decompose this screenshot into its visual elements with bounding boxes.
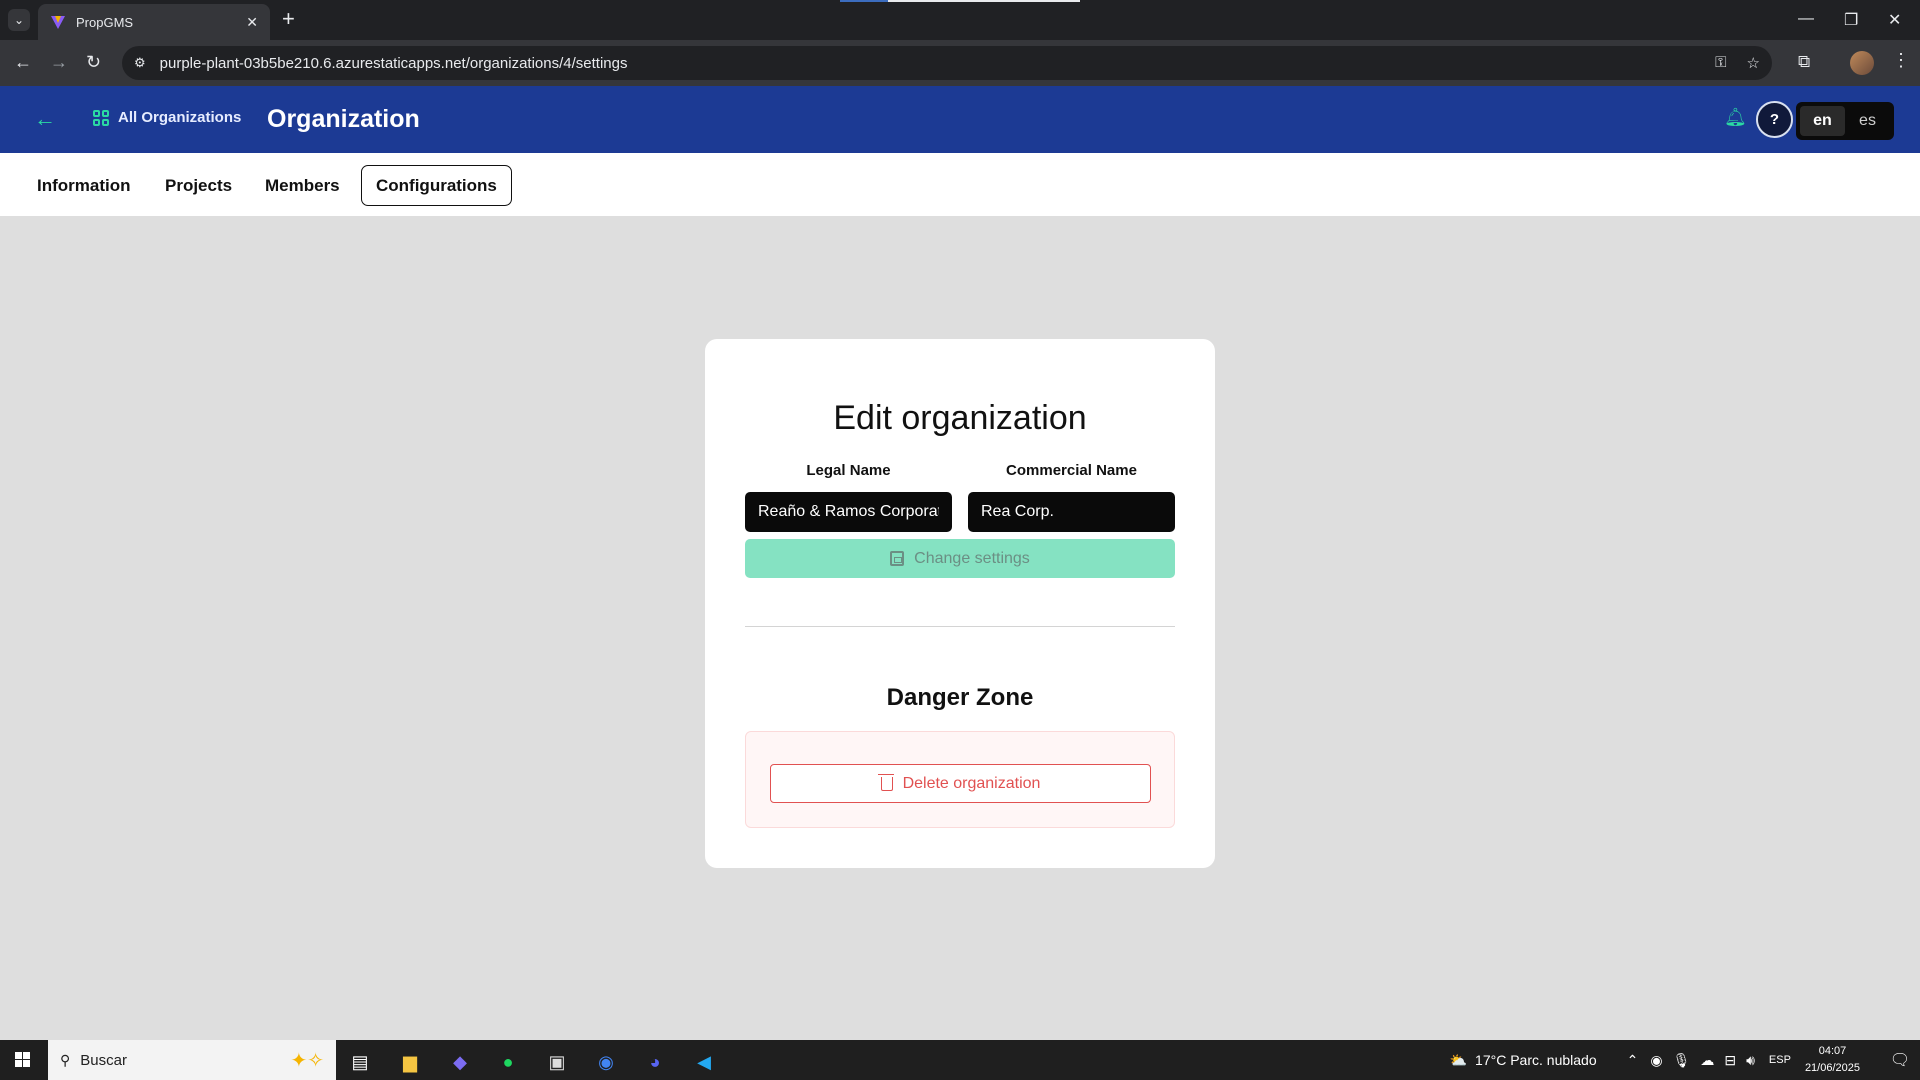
file-explorer-icon[interactable]: ▆ xyxy=(390,1046,430,1078)
edit-organization-title: Edit organization xyxy=(833,399,1087,437)
weather-icon: ⛅ xyxy=(1449,1051,1468,1068)
tab-list-button[interactable]: ⌄ xyxy=(8,9,30,31)
bookmark-star-icon[interactable]: ☆ xyxy=(1747,54,1760,72)
all-organizations-link[interactable]: All Organizations xyxy=(93,109,241,126)
discord-icon[interactable]: ◕ xyxy=(635,1046,675,1078)
change-settings-button[interactable]: Change settings xyxy=(745,539,1175,578)
browser-tab[interactable]: PropGMS ✕ xyxy=(38,4,270,40)
chrome-icon[interactable]: ◉ xyxy=(586,1046,626,1078)
language-option-es[interactable]: es xyxy=(1845,106,1890,136)
input-language[interactable]: ESP xyxy=(1769,1054,1791,1066)
close-window-button[interactable]: ✕ xyxy=(1888,10,1901,30)
edit-organization-card: Edit organization Legal Name Commercial … xyxy=(705,339,1215,868)
language-option-en[interactable]: en xyxy=(1800,106,1845,136)
legal-name-label: Legal Name xyxy=(806,462,891,479)
record-icon[interactable]: ◉ xyxy=(1650,1052,1662,1069)
copilot-sparkle-icon: ✦✧ xyxy=(290,1049,324,1072)
clock-time: 04:07 xyxy=(1818,1045,1847,1057)
volume-icon[interactable]: 🔊︎ xyxy=(1746,1052,1755,1069)
browser-forward-icon[interactable]: → xyxy=(50,52,68,72)
onedrive-cloud-icon[interactable]: ☁ xyxy=(1700,1052,1714,1069)
loading-indicator-track xyxy=(888,0,1080,2)
search-icon: ⚲ xyxy=(60,1051,71,1068)
browser-toolbar: ← → ↻ ⚙ purple-plant-03b5be210.6.azurest… xyxy=(0,40,1920,86)
organization-tabs: Information Projects Members Configurati… xyxy=(0,153,1920,216)
copilot-icon[interactable]: ◆ xyxy=(440,1046,480,1078)
browser-tabstrip: ⌄ PropGMS ✕ + — ❐ ✕ xyxy=(0,0,1920,40)
bell-icon[interactable]: 🔔︎ xyxy=(1724,107,1747,128)
commercial-name-input[interactable] xyxy=(968,492,1175,532)
all-organizations-label: All Organizations xyxy=(118,109,242,126)
notifications-icon[interactable]: 🗨︎ xyxy=(1880,1050,1920,1070)
taskbar-search[interactable]: ⚲ Buscar ✦✧ xyxy=(48,1040,336,1080)
browser-back-icon[interactable]: ← xyxy=(14,52,32,72)
clock[interactable]: 04:07 21/06/2025 xyxy=(1805,1043,1860,1077)
help-button[interactable]: ? xyxy=(1756,101,1793,138)
task-view-icon[interactable]: ▤ xyxy=(340,1046,380,1078)
page-title: Organization xyxy=(267,105,420,133)
tray-expand-icon[interactable]: ⌃ xyxy=(1627,1052,1639,1069)
system-tray: ⛅ 17°C Parc. nublado ⌃ ◉ 🎙︎ ☁ ⊟ 🔊︎ ESP 0… xyxy=(1450,1040,1920,1080)
tab-configurations[interactable]: Configurations xyxy=(361,165,512,206)
address-bar[interactable]: ⚙ purple-plant-03b5be210.6.azurestaticap… xyxy=(122,46,1772,80)
windows-taskbar: ⚲ Buscar ✦✧ ▤ ▆ ◆ ● ▣ ◉ ◕ ◀ ⛅ 17°C Parc.… xyxy=(0,1040,1920,1080)
save-icon xyxy=(890,551,905,566)
restore-button[interactable]: ❐ xyxy=(1844,10,1858,30)
terminal-icon[interactable]: ▣ xyxy=(537,1046,577,1078)
minimize-button[interactable]: — xyxy=(1798,10,1814,28)
tab-title: PropGMS xyxy=(76,14,134,30)
danger-zone-box: Delete organization xyxy=(745,731,1175,828)
microphone-icon[interactable]: 🎙︎ xyxy=(1673,1052,1691,1069)
tab-projects[interactable]: Projects xyxy=(151,165,246,206)
change-settings-label: Change settings xyxy=(914,549,1030,567)
delete-organization-label: Delete organization xyxy=(902,774,1041,792)
password-key-icon[interactable]: ⚿ xyxy=(1715,54,1726,72)
url-text[interactable]: purple-plant-03b5be210.6.azurestaticapps… xyxy=(160,55,628,72)
tab-close-icon[interactable]: ✕ xyxy=(246,14,258,31)
grid-icon xyxy=(93,109,109,126)
network-icon[interactable]: ⊟ xyxy=(1724,1052,1736,1069)
new-tab-button[interactable]: + xyxy=(282,8,295,30)
section-divider xyxy=(745,626,1175,627)
clock-date: 21/06/2025 xyxy=(1804,1062,1860,1074)
tab-information[interactable]: Information xyxy=(23,165,145,206)
windows-start-icon[interactable] xyxy=(15,1052,30,1067)
danger-zone-title: Danger Zone xyxy=(886,684,1034,711)
loading-indicator xyxy=(840,0,888,2)
tab-members[interactable]: Members xyxy=(251,165,354,206)
delete-organization-button[interactable]: Delete organization xyxy=(770,764,1151,803)
legal-name-input[interactable] xyxy=(745,492,952,532)
extensions-icon[interactable]: ⧉ xyxy=(1798,52,1810,72)
taskbar-search-placeholder: Buscar xyxy=(80,1051,127,1069)
trash-icon xyxy=(877,773,894,791)
reload-icon[interactable]: ↻ xyxy=(86,52,101,72)
vscode-icon[interactable]: ◀ xyxy=(684,1046,724,1078)
weather-text[interactable]: 17°C Parc. nublado xyxy=(1475,1052,1597,1068)
profile-avatar[interactable] xyxy=(1850,51,1874,75)
site-info-icon[interactable]: ⚙ xyxy=(134,55,146,71)
language-switcher[interactable]: en es xyxy=(1796,102,1894,140)
back-arrow-icon[interactable]: ← xyxy=(34,106,56,132)
browser-menu-icon[interactable]: ⋮ xyxy=(1892,50,1910,71)
app-header: ← All Organizations Organization 🔔︎ ? en… xyxy=(0,86,1920,153)
commercial-name-label: Commercial Name xyxy=(1006,462,1137,479)
propgms-favicon-icon xyxy=(51,16,65,29)
spotify-icon[interactable]: ● xyxy=(488,1046,528,1078)
